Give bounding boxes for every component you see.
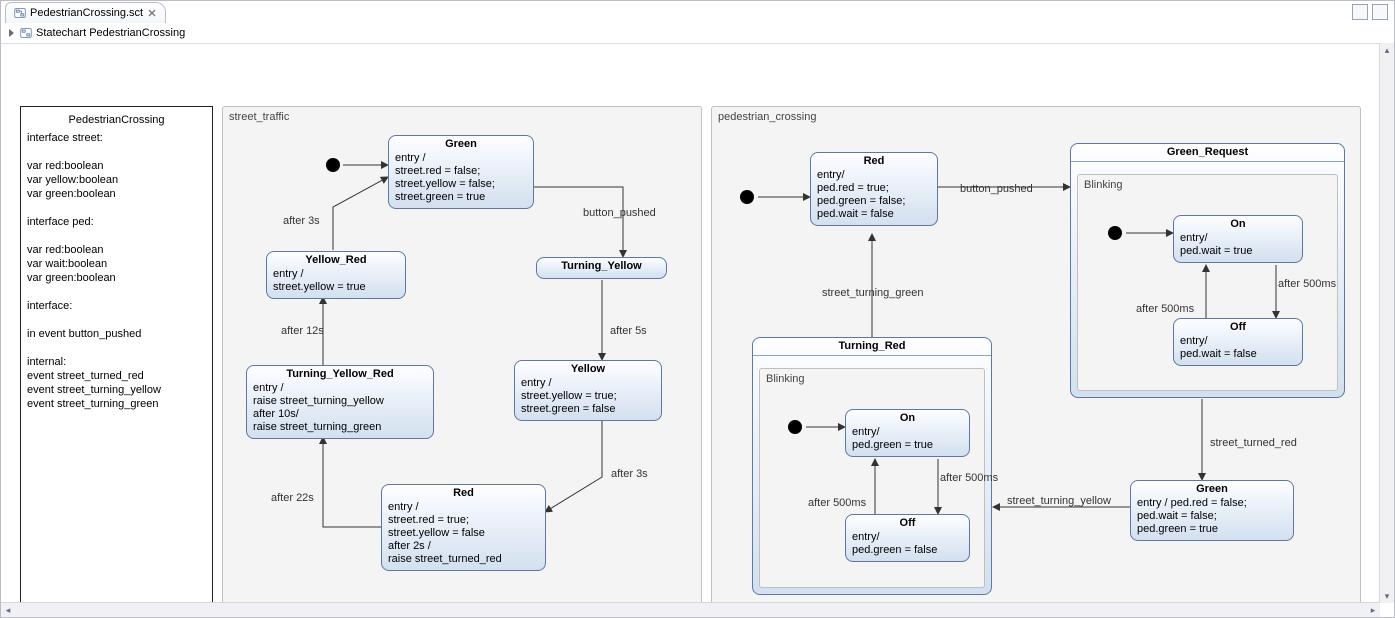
region-label: pedestrian_crossing xyxy=(718,111,816,123)
state-name: On xyxy=(852,412,963,425)
transition-label[interactable]: button_pushed xyxy=(583,207,656,219)
state-turning-red-off[interactable]: Off entry/ ped.green = false xyxy=(845,514,970,562)
state-body: entry/ ped.wait = true xyxy=(1180,232,1296,258)
state-red[interactable]: Red entry / street.red = true; street.ye… xyxy=(381,484,546,571)
diagram-canvas[interactable]: PedestrianCrossing interface street: var… xyxy=(1,44,1394,602)
state-body: entry / street.red = false; street.yello… xyxy=(395,152,527,204)
state-name: Off xyxy=(1180,321,1296,334)
state-body: entry/ ped.red = true; ped.green = false… xyxy=(817,169,931,221)
state-name: Off xyxy=(852,517,963,530)
transition-label[interactable]: button_pushed xyxy=(960,183,1033,195)
state-turning-red-on[interactable]: On entry/ ped.green = true xyxy=(845,409,970,457)
state-yellow[interactable]: Yellow entry / street.yellow = true; str… xyxy=(514,360,662,421)
definitions-title: PedestrianCrossing xyxy=(27,113,206,127)
state-green-request-off[interactable]: Off entry/ ped.wait = false xyxy=(1173,318,1303,366)
maximize-icon[interactable] xyxy=(1372,4,1388,20)
editor-tab[interactable]: PedestrianCrossing.sct xyxy=(5,2,166,23)
transition-label[interactable]: street_turning_yellow xyxy=(1007,495,1111,507)
expand-icon[interactable] xyxy=(9,29,14,37)
region-label: Blinking xyxy=(766,373,805,386)
definitions-body: interface street: var red:boolean var ye… xyxy=(27,131,206,411)
transition-label[interactable]: after 22s xyxy=(271,492,314,504)
transition-label[interactable]: street_turning_green xyxy=(822,287,924,299)
initial-state[interactable] xyxy=(1108,226,1122,240)
state-name: Turning_Yellow_Red xyxy=(253,368,427,381)
region-green-request-blinking[interactable]: Blinking On entry/ ped.wait = true xyxy=(1077,174,1338,391)
state-ped-red[interactable]: Red entry/ ped.red = true; ped.green = f… xyxy=(810,152,938,226)
transition-label[interactable]: after 500ms xyxy=(1278,278,1336,291)
state-turning-yellow-red[interactable]: Turning_Yellow_Red entry / raise street_… xyxy=(246,365,434,439)
transition-label[interactable]: after 3s xyxy=(283,215,320,227)
state-name: Yellow xyxy=(521,363,655,376)
state-body: entry/ ped.wait = false xyxy=(1180,335,1296,361)
state-name: Green xyxy=(395,138,527,151)
transition-label[interactable]: after 500ms xyxy=(1136,303,1194,316)
state-turning-red[interactable]: Turning_Red Blinking On en xyxy=(752,337,992,595)
statechart-icon xyxy=(20,27,32,39)
region-label: Blinking xyxy=(1084,179,1123,192)
state-green-request[interactable]: Green_Request Blinking On xyxy=(1070,143,1345,398)
state-yellow-red[interactable]: Yellow_Red entry / street.yellow = true xyxy=(266,251,406,299)
state-name: Yellow_Red xyxy=(273,254,399,267)
tab-title: PedestrianCrossing.sct xyxy=(30,7,143,19)
initial-state[interactable] xyxy=(788,420,802,434)
state-ped-green[interactable]: Green entry / ped.red = false; ped.wait … xyxy=(1130,480,1294,541)
scroll-left-icon[interactable]: ◂ xyxy=(1,603,15,617)
state-name: Turning_Yellow xyxy=(543,260,660,273)
scroll-right-icon[interactable]: ▸ xyxy=(1366,603,1380,617)
statechart-file-icon xyxy=(14,7,26,19)
transition-label[interactable]: street_turned_red xyxy=(1210,437,1297,449)
transition-label[interactable]: after 5s xyxy=(610,325,647,337)
state-turning-yellow[interactable]: Turning_Yellow xyxy=(536,257,667,279)
initial-state[interactable] xyxy=(740,190,754,204)
tab-bar: PedestrianCrossing.sct xyxy=(1,1,1394,23)
close-icon[interactable] xyxy=(147,8,157,18)
region-street-traffic[interactable]: street_traffic xyxy=(222,106,702,602)
state-body: entry/ ped.green = true xyxy=(852,426,963,452)
minimize-icon[interactable] xyxy=(1352,4,1368,20)
horizontal-scrollbar[interactable]: ◂ ▸ xyxy=(1,602,1380,617)
initial-state[interactable] xyxy=(326,158,340,172)
definitions-panel[interactable]: PedestrianCrossing interface street: var… xyxy=(20,106,213,602)
editor-window: PedestrianCrossing.sct Statechart Pedest… xyxy=(0,0,1395,618)
transition-label[interactable]: after 500ms xyxy=(940,472,998,485)
state-green-request-on[interactable]: On entry/ ped.wait = true xyxy=(1173,215,1303,263)
tab-toolbar xyxy=(1352,4,1388,20)
state-name: Green_Request xyxy=(1077,146,1338,159)
transition-label[interactable]: after 500ms xyxy=(808,497,866,510)
state-body: entry/ ped.green = false xyxy=(852,531,963,557)
state-name: Red xyxy=(817,155,931,168)
state-body: entry / street.yellow = true; street.gre… xyxy=(521,377,655,416)
transition-label[interactable]: after 3s xyxy=(611,468,648,480)
state-name: Red xyxy=(388,487,539,500)
transition-label[interactable]: after 12s xyxy=(281,325,324,337)
region-turning-red-blinking[interactable]: Blinking On entry/ ped.green = true xyxy=(759,368,985,588)
breadcrumb-label: Statechart PedestrianCrossing xyxy=(36,27,185,39)
state-green[interactable]: Green entry / street.red = false; street… xyxy=(388,135,534,209)
region-pedestrian-crossing[interactable]: pedestrian_crossing xyxy=(711,106,1361,602)
state-name: Green xyxy=(1137,483,1287,496)
state-body: entry / street.yellow = true xyxy=(273,268,399,294)
state-body: entry / ped.red = false; ped.wait = fals… xyxy=(1137,497,1287,536)
state-name: On xyxy=(1180,218,1296,231)
state-body: entry / street.red = true; street.yellow… xyxy=(388,501,539,566)
breadcrumb[interactable]: Statechart PedestrianCrossing xyxy=(1,23,1394,44)
state-body: entry / raise street_turning_yellow afte… xyxy=(253,382,427,434)
state-name: Turning_Red xyxy=(759,340,985,353)
region-label: street_traffic xyxy=(229,111,289,123)
